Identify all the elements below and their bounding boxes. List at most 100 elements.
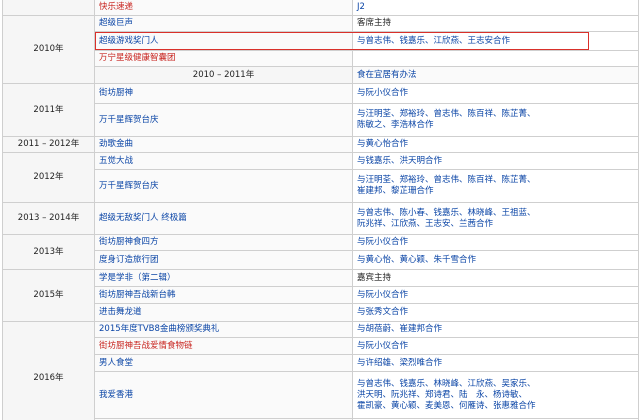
note-line[interactable]: 与曾志伟、陈小春、钱嘉乐、林晓峰、王祖蓝、 bbox=[357, 208, 634, 219]
program-link[interactable]: 超级无敌奖门人 终极篇 bbox=[99, 213, 187, 223]
program-link[interactable]: 度身订造旅行团 bbox=[99, 255, 159, 265]
notes-cell: J2 bbox=[352, 0, 639, 16]
program-cell: 街坊厨神食四方 bbox=[94, 234, 353, 251]
year-cell: 2011年 bbox=[2, 83, 95, 137]
note-line[interactable]: 与张秀文合作 bbox=[357, 307, 634, 318]
note-line[interactable]: 与胡蓓蔚、崔建邦合作 bbox=[357, 324, 634, 335]
table-row: 度身订造旅行团 与黄心怡、黄心颖、朱千雪合作 bbox=[3, 250, 639, 270]
program-cell: 度身订造旅行团 bbox=[94, 250, 353, 270]
notes-cell: 与阮小仪合作 bbox=[352, 286, 639, 304]
table-row: 2012年 五觉大战 与钱嘉乐、洪天明合作 bbox=[2, 152, 639, 203]
note-line[interactable]: 与许绍雄、梁烈唯合作 bbox=[357, 358, 634, 369]
note-line[interactable]: 与曾志伟、钱嘉乐、江欣燕、王志安合作 bbox=[357, 36, 634, 47]
program-link[interactable]: 我爱香港 bbox=[99, 390, 133, 400]
program-cell: 食在宜居有办法 bbox=[352, 66, 639, 84]
program-link[interactable]: 街坊厨神吾战爱情食物链 bbox=[99, 341, 193, 351]
year-cell: 2016年 bbox=[2, 321, 95, 420]
note-line[interactable]: 洪天明、阮兆祥、郑诗君、陆 永、杨诗敏、 bbox=[357, 390, 634, 401]
notes-cell: 与黄心怡合作 bbox=[352, 136, 639, 153]
notes-cell: 与钱嘉乐、洪天明合作 bbox=[352, 152, 639, 170]
program-cell: 超级巨声 bbox=[94, 15, 353, 32]
program-link[interactable]: 万宁星级健康智囊团 bbox=[99, 53, 176, 63]
program-link[interactable]: 万千星辉贺台庆 bbox=[99, 181, 159, 191]
notes-cell: 与曾志伟、钱嘉乐、林晓峰、江欣燕、吴家乐、 洪天明、阮兆祥、郑诗君、陆 永、杨诗敏… bbox=[352, 371, 639, 419]
note-line[interactable]: 与黄心怡合作 bbox=[357, 139, 634, 150]
table-row: 男人食堂 与许绍雄、梁烈唯合作 bbox=[3, 354, 639, 372]
table-row: 快乐速递 J2 bbox=[2, 0, 639, 16]
program-link[interactable]: 万千星辉贺台庆 bbox=[99, 115, 159, 125]
program-link[interactable]: 劲歌金曲 bbox=[99, 139, 133, 149]
table-row: 万千星辉贺台庆 与汪明荃、郑裕玲、曾志伟、陈百祥、陈芷菁、 崔建邦、黎芷珊合作 bbox=[3, 169, 639, 203]
program-link[interactable]: 街坊厨神食四方 bbox=[99, 237, 159, 247]
table-row: 街坊厨神吾战新台韩 与阮小仪合作 bbox=[3, 286, 639, 304]
note-line[interactable]: J2 bbox=[357, 2, 634, 13]
program-link[interactable]: 街坊厨神 bbox=[99, 88, 133, 98]
program-link[interactable]: 超级游戏奖门人 bbox=[99, 36, 159, 46]
note-line[interactable]: 阮兆祥、江欣燕、王志安、兰茜合作 bbox=[357, 219, 634, 230]
note-line[interactable]: 崔建邦、黎芷珊合作 bbox=[357, 186, 634, 197]
year-cell: 2010 – 2011年 bbox=[94, 66, 353, 84]
program-link[interactable]: 食在宜居有办法 bbox=[357, 70, 417, 80]
year-cell: 2015年 bbox=[2, 269, 95, 322]
notes-cell bbox=[352, 50, 639, 67]
table-row: 2010年 超级巨声 客席主持 bbox=[2, 15, 639, 84]
table-row: 2011年 街坊厨神 与阮小仪合作 bbox=[2, 83, 639, 137]
table-row: 2016年 2015年度TVB8金曲榜颁奖典礼 与胡蓓蔚、崔建邦合作 bbox=[2, 321, 639, 420]
note-line[interactable]: 与阮小仪合作 bbox=[357, 237, 634, 248]
program-cell: 街坊厨神吾战新台韩 bbox=[94, 286, 353, 304]
program-cell: 劲歌金曲 bbox=[94, 136, 353, 153]
program-cell: 万千星辉贺台庆 bbox=[94, 103, 353, 137]
year-cell: 2013 – 2014年 bbox=[2, 202, 95, 235]
notes-cell: 与汪明荃、郑裕玲、曾志伟、陈百祥、陈芷菁、 陈敏之、李浩林合作 bbox=[352, 103, 639, 137]
program-link[interactable]: 街坊厨神吾战新台韩 bbox=[99, 290, 176, 300]
note-line[interactable]: 陈敏之、李浩林合作 bbox=[357, 120, 634, 131]
program-cell: 街坊厨神吾战爱情食物链 bbox=[94, 337, 353, 355]
note-line: 客席主持 bbox=[357, 18, 392, 28]
program-link[interactable]: 五觉大战 bbox=[99, 156, 133, 166]
note-line[interactable]: 霍凯豪、黄心颖、麦美恩、何雁诗、张惠雅合作 bbox=[357, 401, 634, 412]
notes-cell: 与曾志伟、陈小春、钱嘉乐、林晓峰、王祖蓝、 阮兆祥、江欣燕、王志安、兰茜合作 bbox=[352, 202, 639, 235]
note-line[interactable]: 与阮小仪合作 bbox=[357, 290, 634, 301]
table-row: 万千星辉贺台庆 与汪明荃、郑裕玲、曾志伟、陈百祥、陈芷菁、 陈敏之、李浩林合作 bbox=[3, 103, 639, 137]
note-line[interactable]: 与黄心怡、黄心颖、朱千雪合作 bbox=[357, 255, 634, 266]
notes-cell: 与阮小仪合作 bbox=[352, 337, 639, 355]
table-row: 2011 – 2012年 劲歌金曲 与黄心怡合作 bbox=[2, 136, 639, 153]
table-row: 2013年 街坊厨神食四方 与阮小仪合作 bbox=[2, 234, 639, 270]
note-line[interactable]: 与阮小仪合作 bbox=[357, 88, 634, 99]
notes-cell: 与张秀文合作 bbox=[352, 303, 639, 322]
note-line[interactable]: 与曾志伟、钱嘉乐、林晓峰、江欣燕、吴家乐、 bbox=[357, 379, 634, 390]
program-link[interactable]: 2015年度TVB8金曲榜颁奖典礼 bbox=[99, 324, 219, 334]
program-cell: 男人食堂 bbox=[94, 354, 353, 372]
program-cell: 进击舞龙道 bbox=[94, 303, 353, 322]
year-cell bbox=[2, 0, 95, 16]
table-row: 进击舞龙道 与张秀文合作 bbox=[3, 303, 639, 322]
note-line[interactable]: 与阮小仪合作 bbox=[357, 341, 634, 352]
table-row: 2013 – 2014年 超级无敌奖门人 终极篇 与曾志伟、陈小春、钱嘉乐、林晓峰、… bbox=[2, 202, 639, 235]
program-link[interactable]: 男人食堂 bbox=[99, 358, 133, 368]
table-row: 街坊厨神吾战爱情食物链 与阮小仪合作 bbox=[3, 337, 639, 355]
variety-show-table-view: 快乐速递 J2 2010年 超级巨声 客席主持 超级游戏奖门人 与曾志伟、钱嘉乐、江欣燕、王… bbox=[0, 0, 640, 420]
notes-cell: 与汪明荃、郑裕玲、曾志伟、陈百祥、陈芷菁、 崔建邦、黎芷珊合作 bbox=[352, 169, 639, 203]
note-line[interactable]: 与汪明荃、郑裕玲、曾志伟、陈百祥、陈芷菁、 bbox=[357, 175, 634, 186]
note-line[interactable]: 与钱嘉乐、洪天明合作 bbox=[357, 156, 634, 167]
program-cell: 五觉大战 bbox=[94, 152, 353, 170]
program-cell: 2015年度TVB8金曲榜颁奖典礼 bbox=[94, 321, 353, 338]
note-line[interactable]: 与汪明荃、郑裕玲、曾志伟、陈百祥、陈芷菁、 bbox=[357, 109, 634, 120]
note-line: 嘉宾主持 bbox=[357, 272, 392, 283]
year-cell: 2011 – 2012年 bbox=[2, 136, 95, 153]
year-cell: 2012年 bbox=[2, 152, 95, 203]
program-link[interactable]: 超级巨声 bbox=[99, 18, 133, 28]
table-row: 2015年 学是学非（第二辑） 嘉宾主持 bbox=[2, 269, 639, 322]
program-cell: 超级无敌奖门人 终极篇 bbox=[94, 202, 353, 235]
program-link[interactable]: 进击舞龙道 bbox=[99, 307, 142, 317]
table-row: 超级游戏奖门人 与曾志伟、钱嘉乐、江欣燕、王志安合作 bbox=[3, 31, 639, 51]
program-cell: 我爱香港 bbox=[94, 371, 353, 419]
notes-cell: 与胡蓓蔚、崔建邦合作 bbox=[352, 321, 639, 338]
hosting-credits-table: 快乐速递 J2 2010年 超级巨声 客席主持 超级游戏奖门人 与曾志伟、钱嘉乐、江欣燕、王… bbox=[2, 0, 639, 420]
notes-cell: 与黄心怡、黄心颖、朱千雪合作 bbox=[352, 250, 639, 270]
program-link[interactable]: 学是学非（第二辑） bbox=[99, 273, 176, 283]
notes-cell: 客席主持 bbox=[352, 15, 639, 32]
program-cell: 街坊厨神 bbox=[94, 83, 353, 104]
table-row: 万宁星级健康智囊团 bbox=[3, 50, 639, 67]
program-link[interactable]: 快乐速递 bbox=[99, 2, 133, 12]
